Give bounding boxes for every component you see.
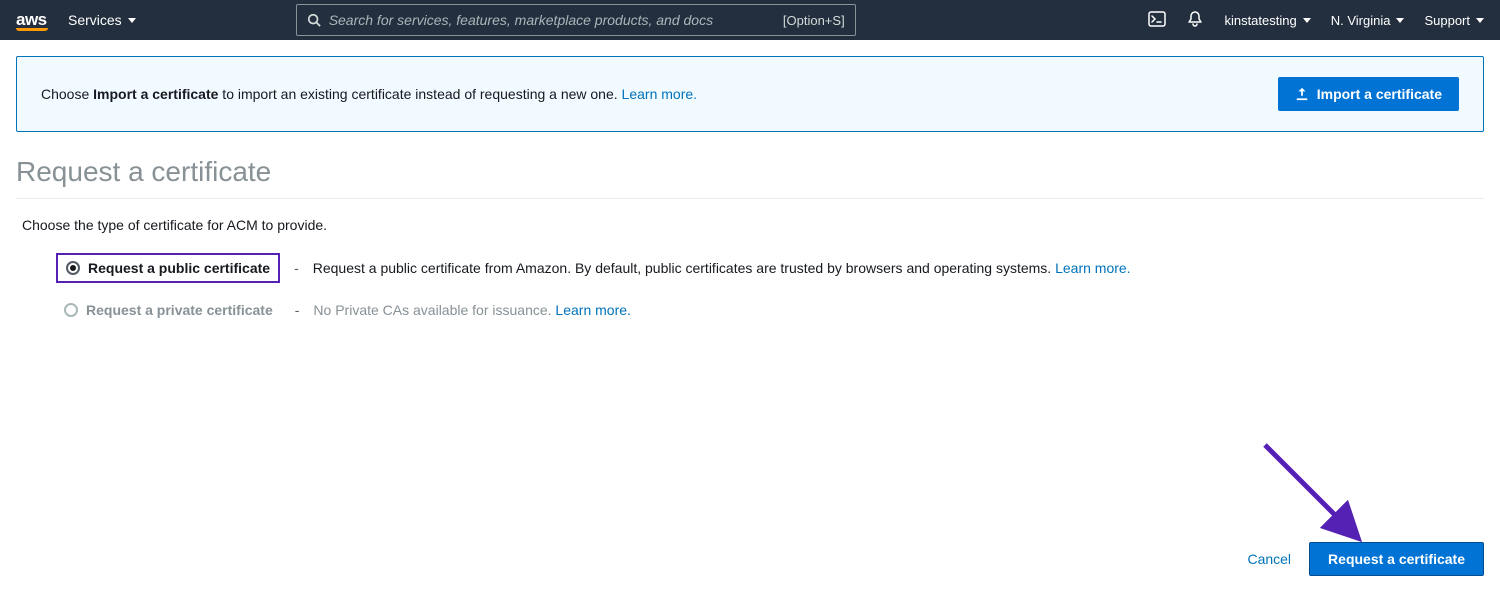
chevron-down-icon [1396, 18, 1404, 23]
region-menu[interactable]: N. Virginia [1331, 13, 1405, 28]
option-public-highlight: Request a public certificate [56, 253, 280, 283]
option-private-wrap: Request a private certificate [56, 297, 281, 323]
page-title: Request a certificate [16, 156, 1484, 199]
region-label: N. Virginia [1331, 13, 1391, 28]
banner-learn-more-link[interactable]: Learn more. [622, 86, 697, 102]
wizard-footer: Cancel Request a certificate [1247, 542, 1484, 576]
header-right: kinstatesting N. Virginia Support [1148, 10, 1484, 31]
import-info-banner: Choose Import a certificate to import an… [16, 56, 1484, 132]
aws-logo-text: aws [16, 10, 47, 29]
search-icon [307, 13, 321, 27]
main-content: Choose Import a certificate to import an… [0, 40, 1500, 353]
option-public-learn-more[interactable]: Learn more. [1055, 260, 1130, 276]
banner-text: Choose Import a certificate to import an… [41, 86, 1258, 102]
option-private-desc-wrap: No Private CAs available for issuance. L… [313, 302, 630, 318]
search-input[interactable] [329, 12, 775, 28]
certificate-type-options: Request a public certificate - Request a… [16, 253, 1484, 323]
option-private-learn-more[interactable]: Learn more. [555, 302, 630, 318]
chevron-down-icon [1476, 18, 1484, 23]
option-public-certificate[interactable]: Request a public certificate - Request a… [56, 253, 1484, 283]
search-bar[interactable]: [Option+S] [296, 4, 856, 36]
account-label: kinstatesting [1224, 13, 1296, 28]
option-dash: - [295, 302, 300, 318]
option-private-label: Request a private certificate [86, 302, 273, 318]
option-private-desc: No Private CAs available for issuance. [313, 302, 555, 318]
aws-logo[interactable]: aws [16, 10, 48, 31]
banner-strong: Import a certificate [93, 86, 218, 102]
aws-console-header: aws Services [Option+S] kinstatesting N.… [0, 0, 1500, 40]
upload-icon [1295, 87, 1309, 101]
support-label: Support [1424, 13, 1470, 28]
cancel-button[interactable]: Cancel [1247, 551, 1291, 567]
services-label: Services [68, 12, 122, 28]
radio-private [64, 303, 78, 317]
banner-prefix: Choose [41, 86, 93, 102]
subtitle: Choose the type of certificate for ACM t… [16, 217, 1484, 233]
import-certificate-button[interactable]: Import a certificate [1278, 77, 1459, 111]
cloudshell-icon[interactable] [1148, 10, 1166, 31]
import-button-label: Import a certificate [1317, 86, 1442, 102]
option-public-desc-wrap: Request a public certificate from Amazon… [313, 260, 1131, 276]
option-dash: - [294, 260, 299, 276]
notifications-icon[interactable] [1186, 10, 1204, 31]
services-menu[interactable]: Services [68, 12, 136, 28]
option-public-desc: Request a public certificate from Amazon… [313, 260, 1055, 276]
chevron-down-icon [1303, 18, 1311, 23]
radio-public[interactable] [66, 261, 80, 275]
chevron-down-icon [128, 18, 136, 23]
support-menu[interactable]: Support [1424, 13, 1484, 28]
annotation-arrow [1255, 435, 1375, 555]
search-shortcut: [Option+S] [783, 13, 845, 28]
banner-suffix: to import an existing certificate instea… [218, 86, 621, 102]
account-menu[interactable]: kinstatesting [1224, 13, 1310, 28]
option-public-label: Request a public certificate [88, 260, 270, 276]
option-private-certificate: Request a private certificate - No Priva… [56, 297, 1484, 323]
request-certificate-button[interactable]: Request a certificate [1309, 542, 1484, 576]
